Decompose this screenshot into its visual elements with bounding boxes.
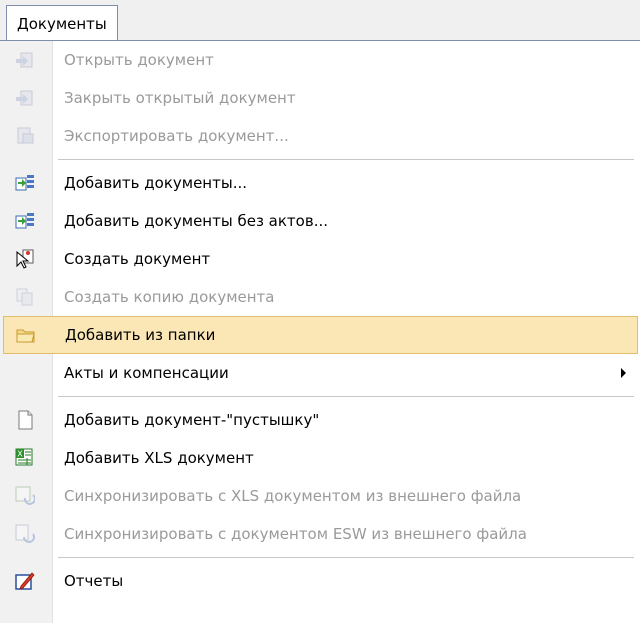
export-document-icon bbox=[17, 127, 34, 144]
menu-separator bbox=[0, 553, 640, 562]
menu-separator bbox=[0, 392, 640, 401]
menu-item-reports[interactable]: Отчеты bbox=[0, 562, 640, 600]
menu-item-add-xls-document[interactable]: X Добавить XLS документ bbox=[0, 439, 640, 477]
menu-item-add-documents-without-acts[interactable]: Добавить документы без актов... bbox=[0, 202, 640, 240]
menu-item-label: Открыть документ bbox=[64, 51, 214, 69]
menu-item-open-document[interactable]: Открыть документ bbox=[0, 41, 640, 79]
add-documents-icon bbox=[15, 175, 34, 191]
menu-item-export-document[interactable]: Экспортировать документ... bbox=[0, 117, 640, 155]
sync-xls-icon bbox=[15, 486, 35, 505]
reports-icon bbox=[15, 572, 35, 590]
menu-item-copy-document[interactable]: Создать копию документа bbox=[0, 278, 640, 316]
menu-item-label: Акты и компенсации bbox=[64, 364, 229, 382]
menu-documents[interactable]: Документы bbox=[6, 5, 118, 41]
menu-item-add-from-folder[interactable]: Добавить из папки bbox=[3, 316, 638, 354]
add-documents-no-acts-icon bbox=[15, 213, 34, 229]
menu-item-add-blank-document[interactable]: Добавить документ-"пустышку" bbox=[0, 401, 640, 439]
menu-item-label: Создать копию документа bbox=[64, 288, 275, 306]
create-document-icon bbox=[16, 249, 34, 269]
menu-item-add-documents[interactable]: Добавить документы... bbox=[0, 164, 640, 202]
menu-item-label: Синхронизировать с документом ESW из вне… bbox=[64, 525, 527, 543]
menu-items: Открыть документ Закрыть открытый докуме… bbox=[0, 41, 640, 600]
menu-item-acts-and-compensations[interactable]: Акты и компенсации bbox=[0, 354, 640, 392]
folder-icon bbox=[16, 329, 35, 343]
menu-item-create-document[interactable]: Создать документ bbox=[0, 240, 640, 278]
menu-item-label: Отчеты bbox=[64, 572, 124, 590]
menu-item-label: Закрыть открытый документ bbox=[64, 89, 296, 107]
menu-item-label: Добавить документы... bbox=[64, 174, 247, 192]
menu-bar: Документы bbox=[0, 0, 640, 41]
close-document-icon bbox=[16, 90, 33, 106]
menu-item-label: Синхронизировать с XLS документом из вне… bbox=[64, 487, 522, 505]
svg-text:X: X bbox=[17, 450, 23, 459]
menu-item-label: Добавить документы без актов... bbox=[64, 212, 328, 230]
menu-item-sync-xls[interactable]: Синхронизировать с XLS документом из вне… bbox=[0, 477, 640, 515]
open-document-icon bbox=[16, 52, 33, 68]
menu-item-label: Создать документ bbox=[64, 250, 211, 268]
menu-item-label: Добавить из папки bbox=[65, 326, 216, 344]
sync-esw-icon bbox=[15, 524, 35, 543]
xls-document-icon: X bbox=[15, 448, 33, 466]
menu-item-label: Экспортировать документ... bbox=[64, 127, 289, 145]
menu-item-close-document[interactable]: Закрыть открытый документ bbox=[0, 79, 640, 117]
menu-separator bbox=[0, 155, 640, 164]
submenu-arrow-icon bbox=[621, 368, 626, 378]
copy-document-icon bbox=[16, 288, 33, 306]
menu-item-label: Добавить XLS документ bbox=[64, 449, 254, 467]
menu-item-label: Добавить документ-"пустышку" bbox=[64, 411, 320, 429]
dropdown-menu: Открыть документ Закрыть открытый докуме… bbox=[0, 40, 640, 623]
blank-document-icon bbox=[18, 410, 33, 430]
menu-item-sync-esw[interactable]: Синхронизировать с документом ESW из вне… bbox=[0, 515, 640, 553]
